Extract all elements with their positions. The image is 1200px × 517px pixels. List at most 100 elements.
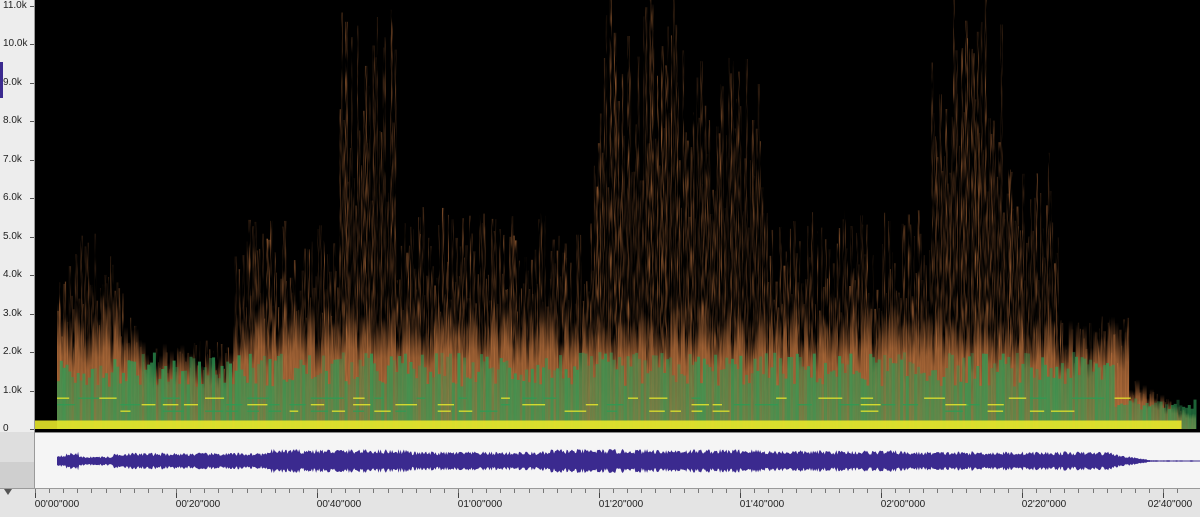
time-label: 02'00"000: [880, 499, 926, 510]
time-tick-minor: [951, 489, 953, 493]
frequency-tick: [30, 6, 34, 7]
time-tick-minor: [1064, 489, 1066, 493]
time-tick-minor: [993, 489, 995, 493]
time-label: 01'20"000: [598, 499, 644, 510]
time-ruler[interactable]: 00'00"000 00'20"000 00'40"000 01'00"000 01'2…: [0, 488, 1200, 517]
time-tick-minor: [1050, 489, 1052, 493]
frequency-label: 4.0k: [3, 269, 22, 281]
time-tick-minor: [852, 489, 854, 493]
time-tick-minor: [965, 489, 967, 493]
playhead-marker[interactable]: [4, 489, 12, 495]
time-tick-minor: [246, 489, 248, 493]
time-label: 00'20"000: [175, 499, 221, 510]
time-tick-minor: [359, 489, 361, 493]
time-tick-minor: [895, 489, 897, 493]
time-tick-minor: [584, 489, 586, 493]
time-tick-minor: [838, 489, 840, 493]
frequency-tick: [30, 198, 34, 200]
time-tick-minor: [429, 489, 431, 493]
time-tick-minor: [443, 489, 445, 493]
time-tick-minor: [345, 489, 347, 493]
spectrogram-canvas: [35, 0, 1197, 430]
audio-analysis-window: 0 1.0k 2.0k 3.0k 4.0k 5.0k 6.0k 7.0k 8.0k 9.0k 10.…: [0, 0, 1200, 517]
frequency-label: 8.0k: [3, 115, 22, 127]
time-tick-minor: [204, 489, 206, 493]
time-tick-minor: [542, 489, 544, 493]
waveform-overview[interactable]: [35, 432, 1200, 488]
time-tick-minor: [627, 489, 629, 493]
time-tick-minor: [979, 489, 981, 493]
time-tick-minor: [782, 489, 784, 493]
time-tick-minor: [1022, 489, 1023, 493]
time-tick-minor: [77, 489, 79, 493]
time-tick-minor: [613, 489, 615, 493]
time-tick-minor: [514, 489, 516, 493]
time-tick-minor: [161, 489, 163, 493]
waveform-canvas: [57, 449, 1200, 473]
frequency-tick: [30, 429, 34, 430]
time-tick-minor: [796, 489, 798, 493]
frequency-label: 6.0k: [3, 192, 22, 204]
time-tick-minor: [768, 489, 770, 493]
time-tick-minor: [655, 489, 657, 493]
frequency-tick: [30, 82, 34, 84]
time-tick-minor: [1036, 489, 1038, 493]
time-tick-minor: [824, 489, 826, 493]
time-tick-minor: [458, 489, 459, 493]
time-tick-minor: [740, 489, 741, 493]
time-tick-minor: [669, 489, 671, 493]
frequency-label: 1.0k: [3, 384, 22, 396]
time-tick-minor: [63, 489, 65, 493]
time-tick-minor: [599, 489, 600, 493]
time-tick-minor: [1106, 489, 1108, 493]
time-tick-minor: [288, 489, 290, 493]
frequency-tick: [30, 352, 34, 354]
frequency-label: 3.0k: [3, 307, 22, 319]
time-tick-minor: [937, 489, 939, 493]
time-tick-minor: [810, 489, 812, 493]
time-tick-minor: [1163, 489, 1164, 493]
time-label: 01'00"000: [457, 499, 503, 510]
time-tick-minor: [697, 489, 699, 493]
frequency-tick: [30, 236, 34, 238]
time-tick-minor: [133, 489, 135, 493]
time-tick-minor: [570, 489, 572, 493]
frequency-tick: [30, 121, 34, 123]
time-tick-minor: [556, 489, 558, 493]
spectrogram-view[interactable]: [35, 0, 1200, 432]
time-tick-minor: [923, 489, 925, 493]
time-tick-minor: [711, 489, 713, 493]
waveform-gutter: [0, 432, 35, 488]
time-tick-minor: [415, 489, 417, 493]
time-label: 00'00"000: [34, 499, 80, 510]
time-label: 01'40"000: [739, 499, 785, 510]
time-tick-minor: [881, 489, 882, 493]
frequency-tick: [30, 390, 34, 392]
time-tick-minor: [218, 489, 220, 493]
time-tick-minor: [91, 489, 93, 493]
time-tick-minor: [500, 489, 502, 493]
time-label: 02'20"000: [1021, 499, 1067, 510]
time-tick-minor: [105, 489, 107, 493]
time-tick-minor: [401, 489, 403, 493]
time-tick-minor: [190, 489, 192, 493]
time-tick-minor: [1092, 489, 1094, 493]
time-tick-minor: [302, 489, 304, 493]
frequency-tick: [30, 275, 34, 277]
time-tick-minor: [472, 489, 474, 493]
frequency-label: 5.0k: [3, 230, 22, 242]
frequency-axis: 0 1.0k 2.0k 3.0k 4.0k 5.0k 6.0k 7.0k 8.0k 9.0k 10.…: [0, 0, 35, 434]
time-tick-minor: [331, 489, 333, 493]
time-tick-minor: [232, 489, 234, 493]
time-tick-minor: [641, 489, 643, 493]
time-tick-minor: [387, 489, 389, 493]
time-tick-minor: [147, 489, 149, 493]
time-tick-minor: [35, 489, 36, 493]
frequency-tick: [30, 44, 34, 46]
time-tick-minor: [373, 489, 375, 493]
time-tick-minor: [1134, 489, 1136, 493]
time-tick-minor: [683, 489, 685, 493]
time-tick-minor: [754, 489, 756, 493]
frequency-label: 9.0k: [3, 76, 22, 88]
frequency-label: 11.0k: [3, 0, 27, 11]
